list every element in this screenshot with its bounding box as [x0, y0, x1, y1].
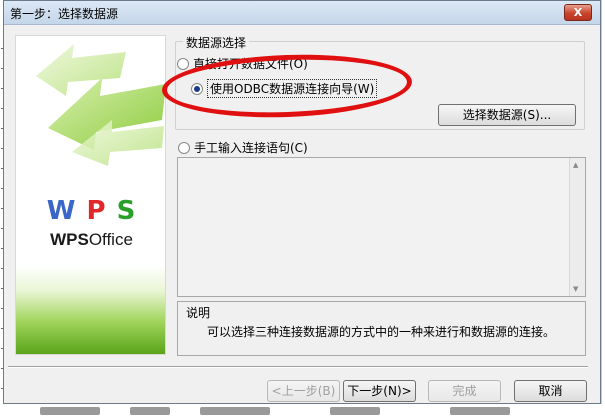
radio-open-file-circle[interactable] [177, 57, 189, 70]
select-datasource-button[interactable]: 选择数据源(S)... [438, 104, 576, 126]
connection-statement-scrollbar[interactable]: ▲ ▼ [569, 158, 585, 296]
wps-letter-s: S [116, 196, 137, 226]
dialog-title: 第一步：选择数据源 [10, 7, 119, 21]
radio-manual-connection-label: 手工输入连接语句(C) [194, 141, 308, 155]
wps-banner: W P S WPSOffice [15, 35, 166, 355]
datasource-group-title: 数据源选择 [183, 34, 250, 51]
radio-manual-connection-circle[interactable] [178, 141, 190, 154]
radio-manual-connection[interactable]: 手工输入连接语句(C) [178, 139, 308, 156]
close-icon[interactable]: X [564, 4, 592, 21]
wps-logo: W P S WPSOffice [16, 196, 165, 250]
description-box: 说明 可以选择三种连接数据源的方式中的一种来进行和数据源的连接。 [177, 301, 586, 356]
prev-step-button[interactable]: <上一步(B) [267, 380, 340, 402]
connection-statement-input[interactable]: ▲ ▼ [177, 157, 586, 297]
footer-separator [8, 366, 588, 368]
cancel-button[interactable]: 取消 [514, 380, 587, 402]
description-text: 可以选择三种连接数据源的方式中的一种来进行和数据源的连接。 [207, 325, 556, 339]
title-bar: 第一步：选择数据源 X [4, 1, 600, 25]
scroll-down-icon[interactable]: ▼ [573, 285, 578, 293]
background-app-right [601, 0, 605, 416]
scroll-up-icon[interactable]: ▲ [573, 161, 578, 169]
wps-brand-text: WPS [50, 230, 89, 249]
next-step-button[interactable]: 下一步(N)> [343, 380, 416, 402]
wps-letter-p: P [86, 196, 107, 226]
wps-letter-w: W [46, 196, 77, 226]
finish-button[interactable]: 完成 [428, 380, 501, 402]
office-brand-text: Office [88, 230, 133, 249]
description-title: 说明 [186, 306, 211, 320]
background-app-bottom [0, 404, 605, 416]
